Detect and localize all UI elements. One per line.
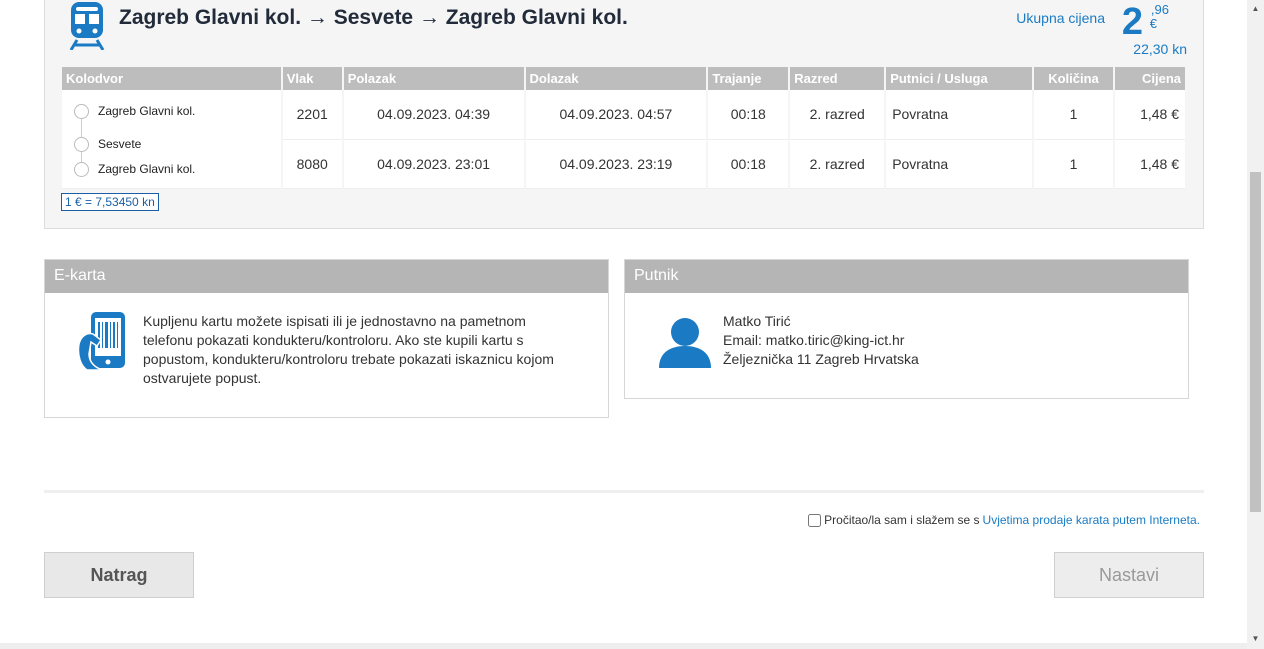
continue-button[interactable]: Nastavi xyxy=(1054,552,1204,598)
price-integer: 2 xyxy=(1121,1,1143,43)
vertical-scrollbar[interactable]: ▲ ▼ xyxy=(1247,0,1264,649)
putnik-card: Putnik Matko Tirić Email: matko.tiric@ki… xyxy=(624,259,1189,399)
stations-cell: Zagreb Glavni kol. Sesvete Zagreb Glavni… xyxy=(62,90,283,189)
station-dot-icon xyxy=(74,104,89,119)
duration: 00:18 xyxy=(707,139,791,189)
terms-text: Pročitao/la sam i slažem se s xyxy=(824,513,980,527)
col-vlak: Vlak xyxy=(281,67,344,90)
station-dot-icon xyxy=(74,162,89,177)
price-cents: ,96 xyxy=(1150,2,1169,17)
terms-link[interactable]: Uvjetima prodaje karata putem Interneta. xyxy=(983,513,1200,527)
page: Zagreb Glavni kol. → Sesvete → Zagreb Gl… xyxy=(0,0,1264,649)
price-currency: € xyxy=(1149,16,1157,31)
col-polazak: Polazak xyxy=(342,67,526,90)
total-price: Ukupna cijena 2 ,96 € 22,30 kn xyxy=(987,0,1187,58)
price-kn: 22,30 kn xyxy=(1133,41,1187,57)
total-price-label: Ukupna cijena xyxy=(1016,10,1105,26)
journey-table: Kolodvor Vlak Polazak Dolazak Trajanje R… xyxy=(62,67,1188,189)
service: Povratna xyxy=(885,139,1035,189)
arrival: 04.09.2023. 04:57 xyxy=(524,90,709,140)
back-button[interactable]: Natrag xyxy=(44,552,194,598)
col-razred: Razred xyxy=(789,67,887,90)
scrollbar-thumb[interactable] xyxy=(1250,172,1261,512)
divider xyxy=(44,490,1204,493)
terms-agreement[interactable]: Pročitao/la sam i slažem se s Uvjetima p… xyxy=(808,513,1200,527)
col-trajanje: Trajanje xyxy=(707,67,791,90)
service: Povratna xyxy=(885,90,1035,140)
duration: 00:18 xyxy=(707,90,791,140)
leg-price: 1,48 € xyxy=(1113,139,1188,189)
departure: 04.09.2023. 23:01 xyxy=(342,139,526,189)
exchange-rate: 1 € = 7,53450 kn xyxy=(61,193,159,211)
route-title: Zagreb Glavni kol. → Sesvete → Zagreb Gl… xyxy=(119,6,628,29)
trip-summary-panel: Zagreb Glavni kol. → Sesvete → Zagreb Gl… xyxy=(44,0,1204,229)
col-kolicina: Količina xyxy=(1033,67,1115,90)
user-avatar-icon xyxy=(659,318,711,368)
train-number: 8080 xyxy=(281,139,344,189)
table-row: Zagreb Glavni kol. Sesvete Zagreb Glavni… xyxy=(62,90,1188,189)
passenger-address: Željeznička 11 Zagreb Hrvatska xyxy=(723,351,919,367)
passenger-email: Email: matko.tiric@king-ict.hr xyxy=(723,332,905,348)
train-icon xyxy=(69,2,105,50)
smartphone-ticket-icon xyxy=(77,312,125,371)
bottom-bar xyxy=(0,643,1264,649)
station-name: Zagreb Glavni kol. xyxy=(98,104,196,118)
col-cijena: Cijena xyxy=(1113,67,1188,90)
travel-class: 2. razred xyxy=(789,90,887,140)
station-name: Sesvete xyxy=(98,137,142,151)
scroll-up-arrow-icon[interactable]: ▲ xyxy=(1247,2,1264,16)
col-putnici: Putnici / Usluga xyxy=(885,67,1035,90)
travel-class: 2. razred xyxy=(789,139,887,189)
ekarta-card: E-karta Kupljenu kartu možete ispisati i… xyxy=(44,259,609,418)
passenger-name: Matko Tirić xyxy=(723,313,791,329)
putnik-card-title: Putnik xyxy=(625,260,1188,293)
ekarta-description: Kupljenu kartu možete ispisati ili je je… xyxy=(143,313,554,386)
station-name: Zagreb Glavni kol. xyxy=(98,162,196,176)
scroll-down-arrow-icon[interactable]: ▼ xyxy=(1247,632,1264,646)
station-dot-icon xyxy=(74,137,89,152)
arrival: 04.09.2023. 23:19 xyxy=(524,139,709,189)
leg-price: 1,48 € xyxy=(1113,90,1188,140)
quantity: 1 xyxy=(1033,90,1115,140)
terms-checkbox[interactable] xyxy=(808,513,822,527)
col-kolodvor: Kolodvor xyxy=(62,67,283,90)
ekarta-card-title: E-karta xyxy=(45,260,608,293)
departure: 04.09.2023. 04:39 xyxy=(342,90,526,140)
station-timeline: Zagreb Glavni kol. Sesvete Zagreb Glavni… xyxy=(62,90,282,188)
quantity: 1 xyxy=(1033,139,1115,189)
col-dolazak: Dolazak xyxy=(524,67,709,90)
train-number: 2201 xyxy=(281,90,344,140)
